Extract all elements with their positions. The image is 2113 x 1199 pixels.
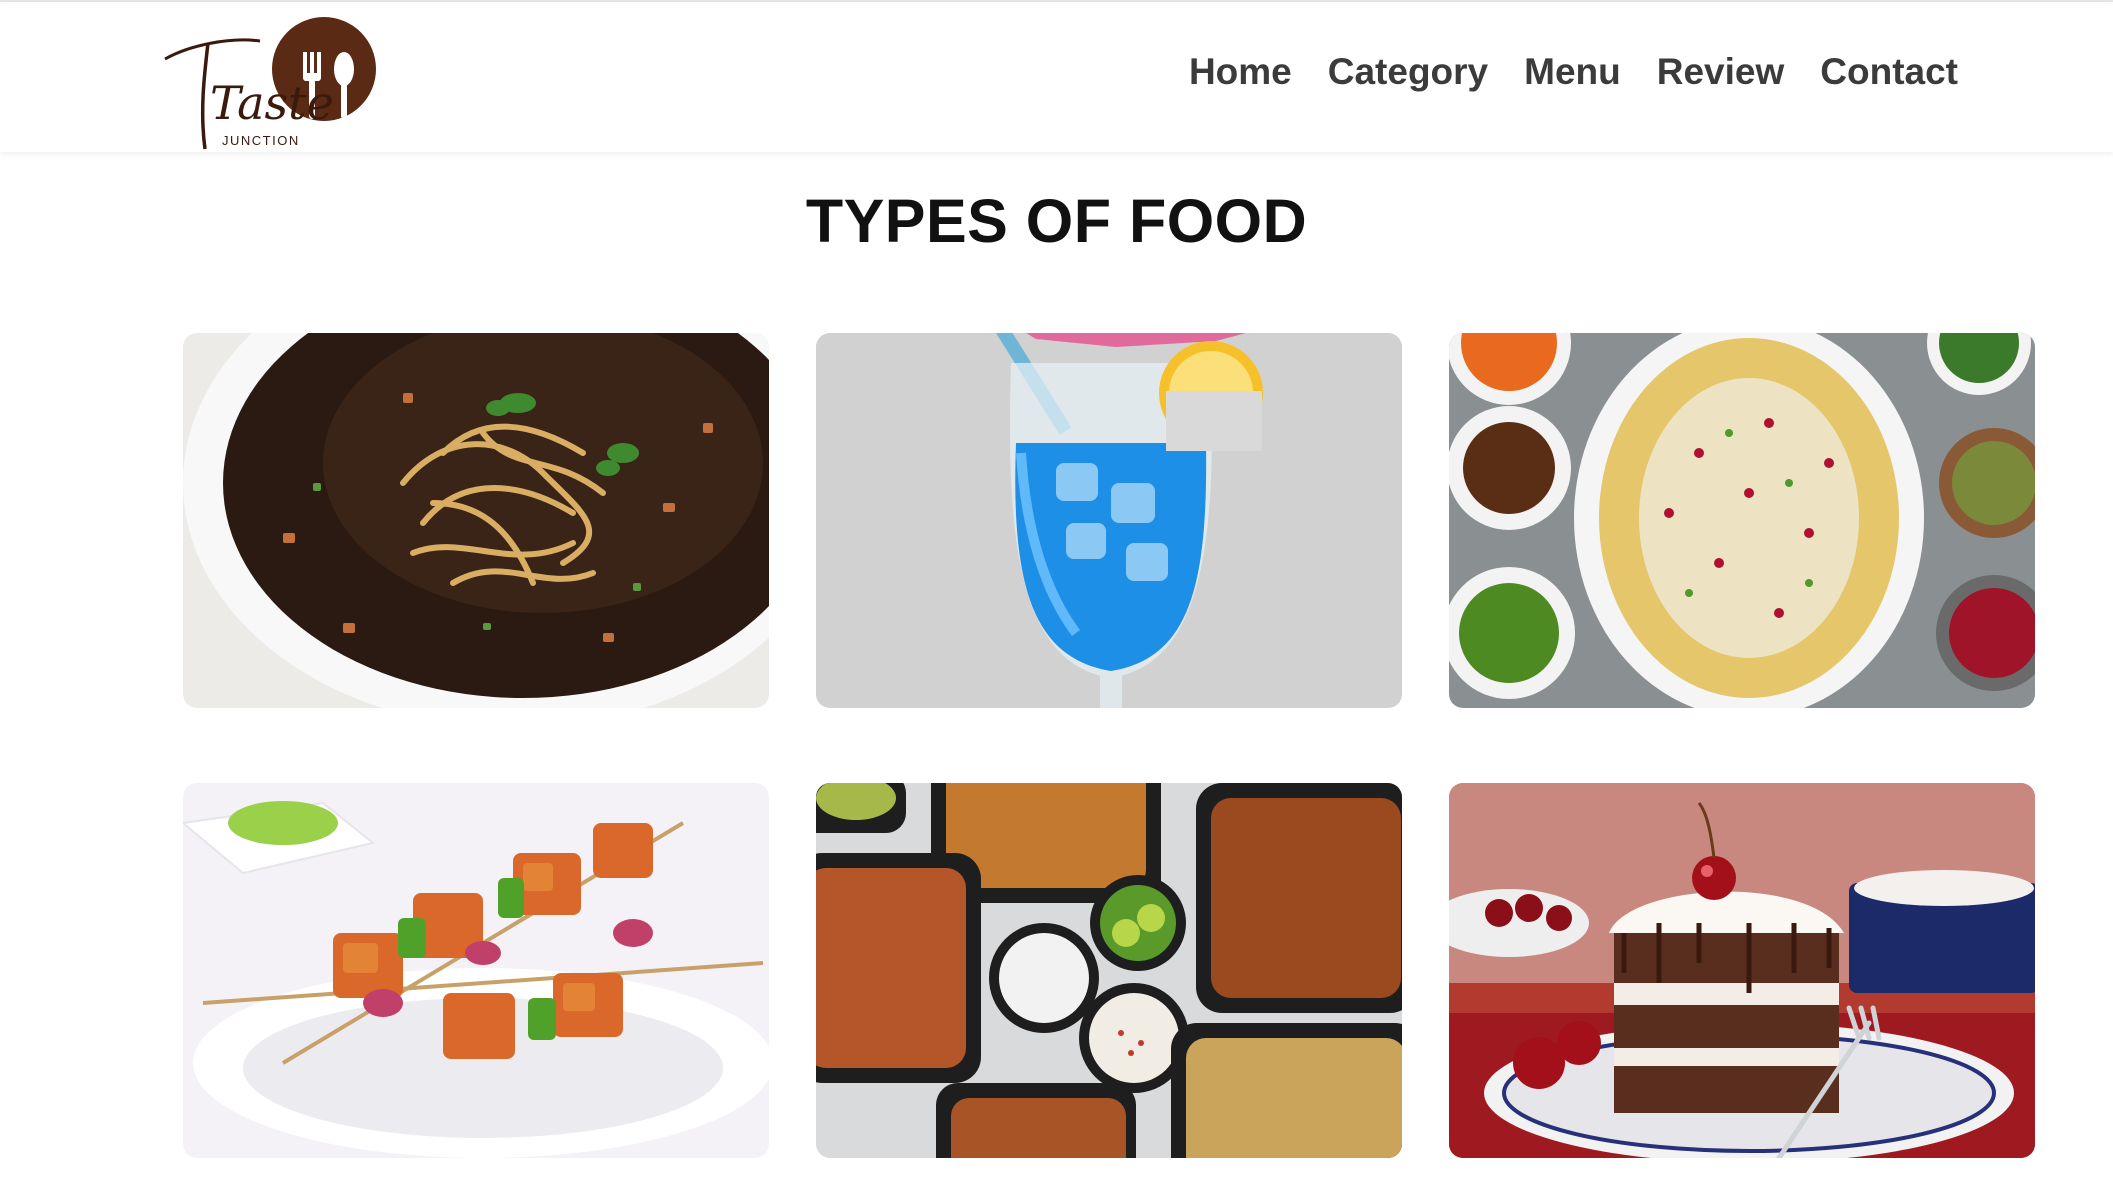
food-card-paneer[interactable] [183,783,769,1158]
paneer-tikka-image [183,783,769,1158]
food-card-chaat[interactable] [1449,333,2035,708]
food-card-soup[interactable] [183,333,769,708]
chocolate-cake-image [1449,783,2035,1158]
food-card-drink[interactable] [816,333,1402,708]
food-card-cake[interactable] [1449,783,2035,1158]
curry-dishes-image [816,783,1402,1158]
chaat-platter-image [1449,333,2035,708]
blue-drink-image [816,333,1402,708]
food-card-curry[interactable] [816,783,1402,1158]
food-grid [0,0,2113,1199]
soup-bowl-image [183,333,769,708]
